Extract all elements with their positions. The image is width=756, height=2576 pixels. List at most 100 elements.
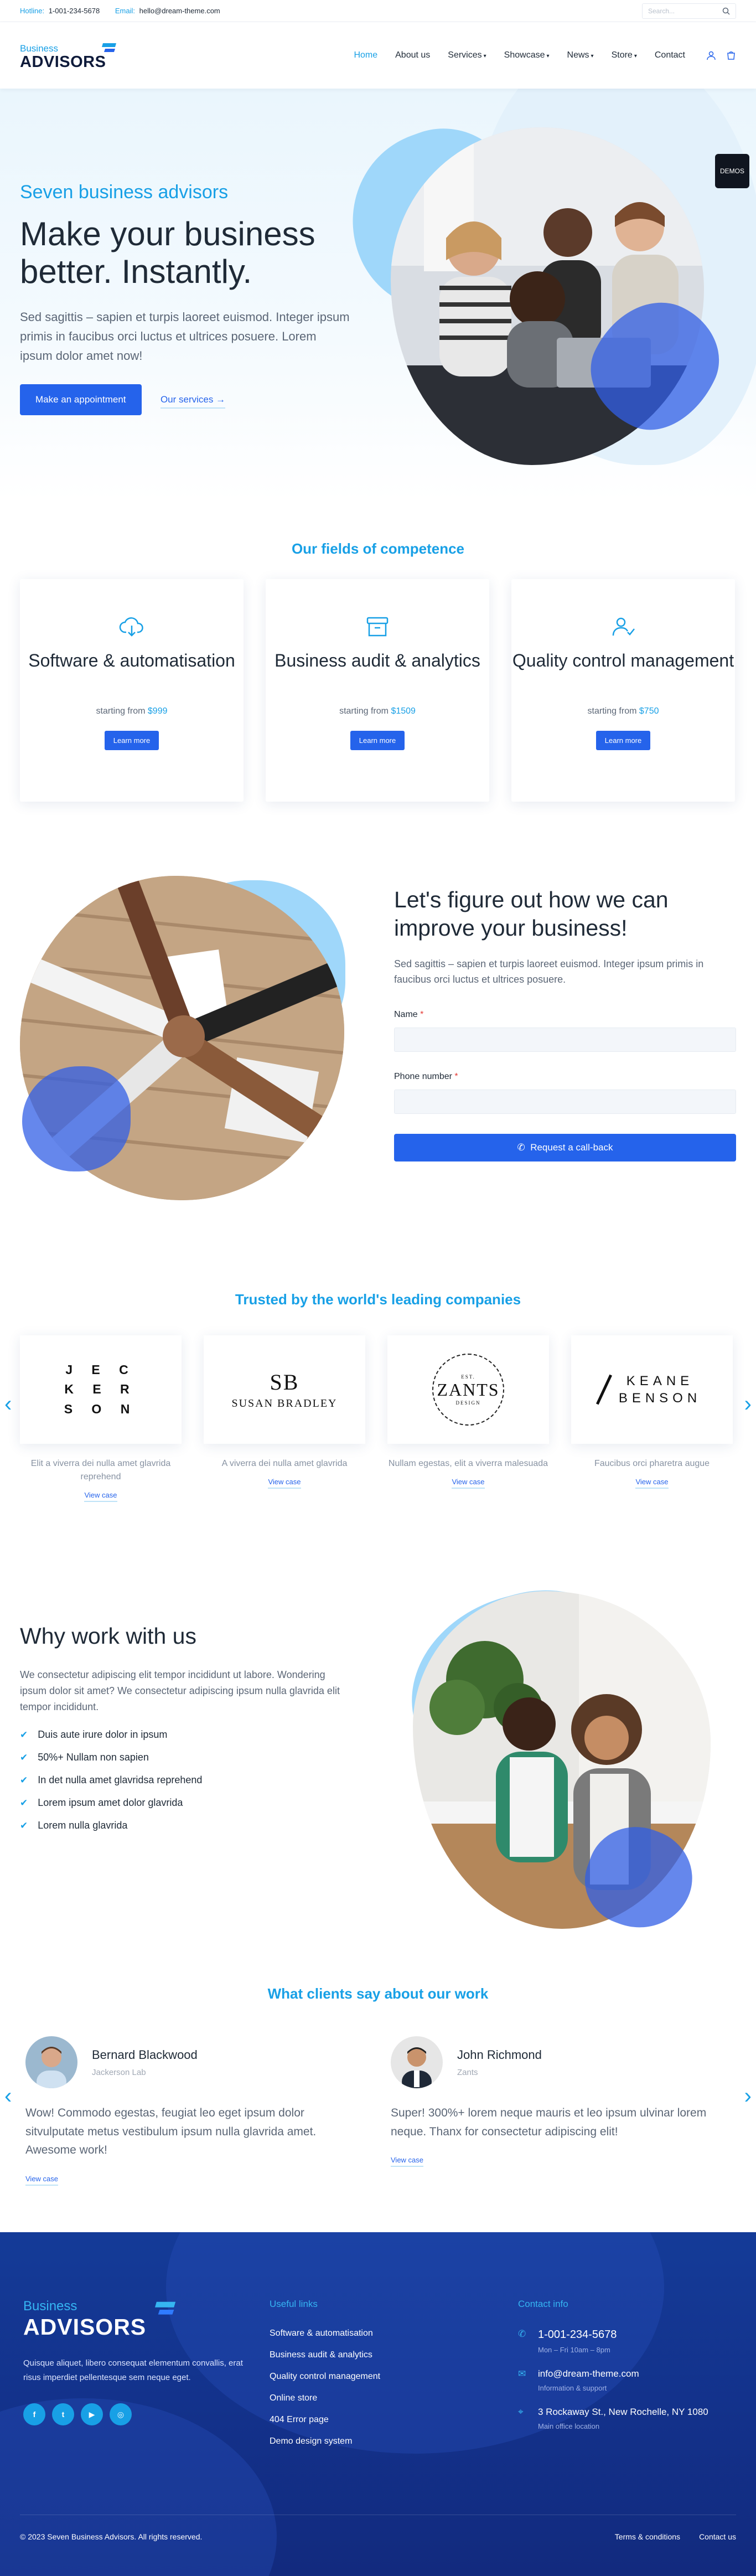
name-field[interactable]: [394, 1028, 736, 1052]
why-section: Why work with us We consectetur adipisci…: [0, 1551, 756, 1985]
partner-item: J E C K E R S O N Elit a viverra dei nul…: [20, 1335, 182, 1502]
site-logo[interactable]: Business ADVISORS: [20, 39, 120, 72]
partner-desc: Elit a viverra dei nulla amet glavrida r…: [30, 1459, 171, 1481]
learn-more-button[interactable]: Learn more: [104, 731, 159, 750]
twitter-icon[interactable]: t: [52, 2403, 74, 2425]
avatar: [25, 2036, 77, 2088]
keane-benson-logo[interactable]: KEANE BENSON: [571, 1335, 733, 1444]
contact-address-value: 3 Rockaway St., New Rochelle, NY 1080: [538, 2407, 708, 2417]
mail-icon: ✉: [518, 2368, 526, 2379]
nav-store-label[interactable]: Store: [612, 50, 633, 60]
testimonials-title: What clients say about our work: [267, 1985, 489, 2002]
instagram-icon[interactable]: ◎: [110, 2403, 132, 2425]
nav-store[interactable]: Store ▾: [612, 50, 637, 60]
carousel-next-icon[interactable]: ›: [744, 1392, 752, 1417]
hotline-label: Hotline:: [20, 7, 45, 15]
partner-desc: Nullam egestas, elit a viverra malesuada: [388, 1459, 548, 1468]
footer-link[interactable]: Demo design system: [270, 2436, 380, 2446]
list-item: ✔ In det nulla amet glavridsa reprehend: [20, 1774, 352, 1786]
jeckerson-logo[interactable]: J E C K E R S O N: [20, 1335, 182, 1444]
service-card: Business audit & analytics starting from…: [266, 579, 489, 802]
view-case-link[interactable]: View case: [635, 1478, 669, 1489]
footer-link[interactable]: Online store: [270, 2393, 380, 2403]
facebook-icon[interactable]: f: [23, 2403, 45, 2425]
demos-badge[interactable]: DEMOS: [715, 154, 749, 188]
zants-logo[interactable]: EST. ZANTS DESIGN: [387, 1335, 549, 1444]
nav-services[interactable]: Services ▾: [448, 50, 486, 60]
keane-benson-wordmark: KEANE BENSON: [596, 1372, 701, 1407]
search-placeholder: Search...: [648, 7, 675, 15]
nav-home[interactable]: Home: [354, 50, 377, 60]
archive-box-icon: [266, 613, 489, 640]
learn-more-button[interactable]: Learn more: [596, 731, 651, 750]
youtube-icon[interactable]: ▶: [81, 2403, 103, 2425]
top-contacts: Hotline: 1-001-234-5678 Email: hello@dre…: [20, 7, 234, 15]
service-cards: Software & automatisation starting from …: [20, 579, 735, 802]
view-case-link[interactable]: View case: [268, 1478, 301, 1489]
list-item-label: In det nulla amet glavridsa reprehend: [38, 1774, 203, 1786]
nav-showcase[interactable]: Showcase ▾: [504, 50, 550, 60]
footer-link[interactable]: Software & automatisation: [270, 2329, 380, 2338]
email-value[interactable]: hello@dream-theme.com: [139, 7, 220, 15]
nav-news[interactable]: News ▾: [567, 50, 594, 60]
service-price: starting from $999: [20, 706, 244, 716]
chevron-down-icon: ▾: [546, 53, 550, 59]
susan-bradley-logo[interactable]: SB SUSAN BRADLEY: [204, 1335, 365, 1444]
view-case-link[interactable]: View case: [84, 1491, 117, 1502]
hotline-value[interactable]: 1-001-234-5678: [49, 7, 100, 15]
callback-text: Sed sagittis – sapien et turpis laoreet …: [394, 958, 704, 985]
carousel-next-icon[interactable]: ›: [744, 2084, 752, 2109]
avatar: [391, 2036, 443, 2088]
logo-bottom-text: DESIGN: [455, 1400, 481, 1406]
chevron-down-icon: ▾: [483, 53, 486, 59]
view-case-link[interactable]: View case: [25, 2175, 59, 2186]
view-case-link[interactable]: View case: [391, 2156, 424, 2167]
footer-logo[interactable]: Business ADVISORS: [23, 2299, 189, 2348]
footer-logo-line1: Business: [23, 2299, 77, 2314]
testimonial-company: Jackerson Lab: [92, 2067, 146, 2077]
check-icon: ✔: [20, 1752, 28, 1763]
footer-about: Business ADVISORS Quisque aliquet, liber…: [23, 2299, 245, 2425]
required-mark: *: [420, 1010, 424, 1020]
nav-contact[interactable]: Contact: [655, 50, 685, 60]
callback-section: Let's figure out how we can improve your…: [0, 849, 756, 1263]
copyright: © 2023 Seven Business Advisors. All righ…: [20, 2532, 203, 2541]
nav-showcase-label[interactable]: Showcase: [504, 50, 545, 60]
phone-field[interactable]: [394, 1090, 736, 1114]
nav-about[interactable]: About us: [395, 50, 430, 60]
site-footer: Business ADVISORS Quisque aliquet, liber…: [0, 2232, 756, 2576]
nav-news-label[interactable]: News: [567, 50, 589, 60]
contact-email-value[interactable]: info@dream-theme.com: [538, 2368, 639, 2379]
contact-address: ⌖ 3 Rockaway St., New Rochelle, NY 1080 …: [518, 2407, 708, 2430]
testimonial-author: Bernard Blackwood Jackerson Lab: [25, 2036, 358, 2088]
search-input[interactable]: Search...: [642, 3, 736, 19]
footer-link[interactable]: 404 Error page: [270, 2415, 380, 2425]
make-appointment-button[interactable]: Make an appointment: [20, 384, 142, 416]
logo-line: S O N: [64, 1401, 138, 1416]
contact-phone: ✆ 1-001-234-5678 Mon – Fri 10am – 8pm: [518, 2329, 708, 2354]
learn-more-button[interactable]: Learn more: [350, 731, 405, 750]
contact-email-note: Information & support: [538, 2384, 607, 2392]
view-case-link[interactable]: View case: [452, 1478, 485, 1489]
list-item-label: Lorem nulla glavrida: [38, 1820, 128, 1831]
nav-services-label[interactable]: Services: [448, 50, 481, 60]
callback-form: Let's figure out how we can improve your…: [394, 886, 736, 1162]
contact-us-link[interactable]: Contact us: [699, 2532, 736, 2541]
footer-link[interactable]: Quality control management: [270, 2372, 380, 2382]
carousel-prev-icon[interactable]: ‹: [4, 1392, 12, 1417]
why-content: Why work with us We consectetur adipisci…: [20, 1623, 352, 1842]
name-label-text: Name: [394, 1010, 418, 1020]
service-card: Software & automatisation starting from …: [20, 579, 244, 802]
terms-link[interactable]: Terms & conditions: [615, 2532, 680, 2541]
footer-link[interactable]: Business audit & analytics: [270, 2350, 380, 2360]
carousel-prev-icon[interactable]: ‹: [4, 2084, 12, 2109]
testimonial-card: Bernard Blackwood Jackerson Lab Wow! Com…: [25, 2036, 358, 2186]
cart-icon[interactable]: [726, 50, 736, 60]
user-icon[interactable]: [706, 50, 716, 60]
request-callback-button[interactable]: ✆ Request a call-back: [394, 1134, 736, 1162]
contact-phone-value[interactable]: 1-001-234-5678: [538, 2329, 617, 2341]
logo-top-text: EST.: [461, 1374, 475, 1380]
search-icon[interactable]: [722, 7, 730, 15]
our-services-link[interactable]: Our services →: [160, 394, 226, 409]
service-title: Software & automatisation: [28, 651, 235, 670]
